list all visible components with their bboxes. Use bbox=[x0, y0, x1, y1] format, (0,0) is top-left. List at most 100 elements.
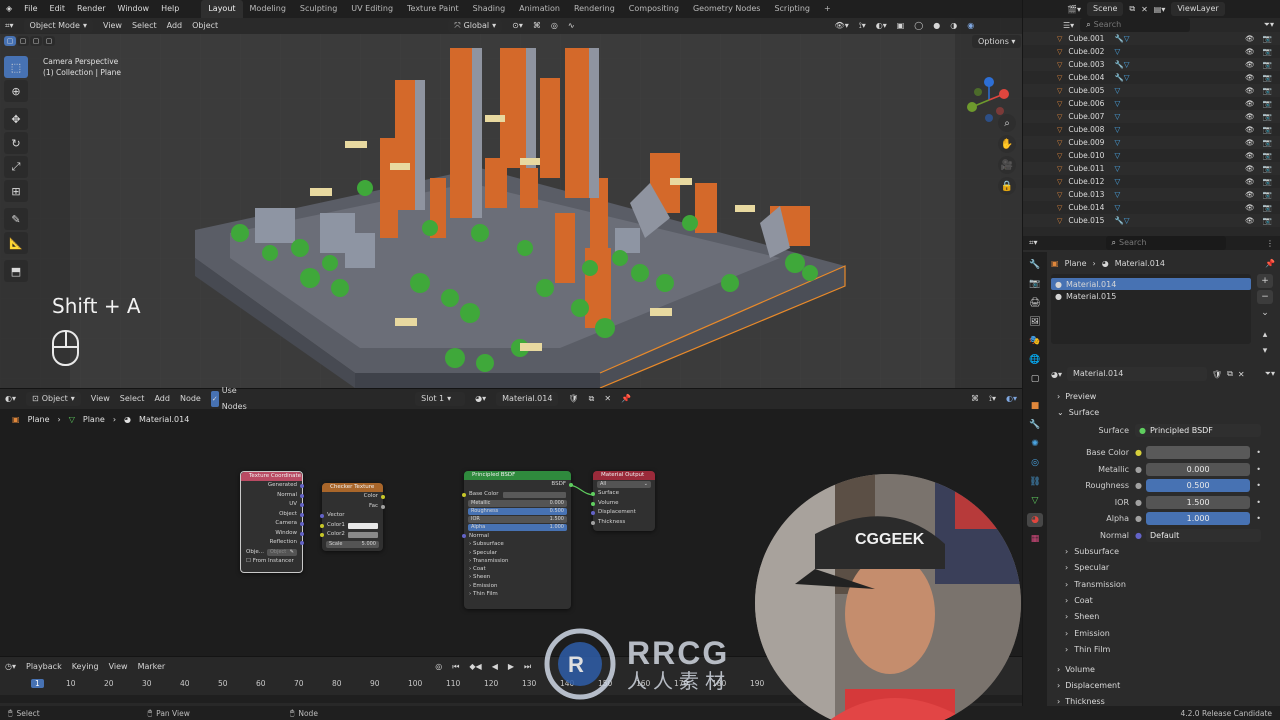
camera-view-icon[interactable]: 🎥 bbox=[998, 156, 1016, 174]
material-slot-item[interactable]: ● Material.014 bbox=[1051, 278, 1251, 290]
outliner-row[interactable]: ▽ Cube.003 🔧▽ 👁 📷 bbox=[1023, 58, 1280, 71]
auto-keying-icon[interactable]: ◎ bbox=[430, 659, 447, 675]
roughness-field[interactable]: 0.500 bbox=[1145, 479, 1251, 493]
viewport-menu-object[interactable]: Object bbox=[187, 18, 223, 34]
camera-render-icon[interactable]: 📷 bbox=[1263, 203, 1272, 212]
outliner-row[interactable]: ▽ Cube.006 ▽ 👁 📷 bbox=[1023, 97, 1280, 110]
falloff-icon[interactable]: ∿ bbox=[563, 18, 580, 34]
ior-field[interactable]: IOR 1.500 bbox=[468, 516, 567, 523]
shader-socket-icon[interactable] bbox=[591, 492, 595, 496]
jump-end-icon[interactable]: ⏭ bbox=[519, 659, 536, 675]
shading-solid-icon[interactable]: ● bbox=[928, 18, 945, 34]
tab-texture-paint[interactable]: Texture Paint bbox=[400, 0, 466, 18]
transmission-panel[interactable]: › Transmission bbox=[1051, 576, 1280, 592]
shading-wireframe-icon[interactable]: ◯ bbox=[909, 18, 928, 34]
principled-bsdf-node[interactable]: Principled BSDF BSDF Base Color Metallic… bbox=[462, 471, 573, 609]
node-panel[interactable]: › Specular bbox=[464, 549, 571, 557]
outliner-row[interactable]: ▽ Cube.009 ▽ 👁 📷 bbox=[1023, 136, 1280, 149]
viewport-menu-select[interactable]: Select bbox=[127, 18, 162, 34]
base-color-swatch[interactable] bbox=[502, 491, 566, 498]
timeline-menu-keying[interactable]: Keying bbox=[67, 659, 104, 675]
object-picker-field[interactable]: Object ✎ bbox=[266, 548, 297, 556]
camera-render-icon[interactable]: 📷 bbox=[1263, 86, 1272, 95]
modifier-tab-icon[interactable]: 🔧 bbox=[1027, 418, 1043, 432]
ior-field[interactable]: 1.500 bbox=[1145, 495, 1251, 509]
physics-tab-icon[interactable]: ◎ bbox=[1027, 456, 1043, 470]
eye-icon[interactable]: 👁 bbox=[1245, 151, 1255, 160]
view-layer-selector[interactable]: ViewLayer bbox=[1171, 2, 1225, 16]
select-new-icon[interactable]: ▢ bbox=[4, 36, 16, 46]
scale-icon[interactable]: ⤢ bbox=[4, 156, 28, 178]
camera-render-icon[interactable]: 📷 bbox=[1263, 99, 1272, 108]
outliner-row[interactable]: ▽ Cube.012 ▽ 👁 📷 bbox=[1023, 175, 1280, 188]
keyframe-dot-icon[interactable]: • bbox=[1256, 481, 1261, 490]
scene-tab-icon[interactable]: 🎭 bbox=[1027, 334, 1043, 348]
material-tab-icon[interactable]: ◕ bbox=[1027, 513, 1043, 527]
particles-tab-icon[interactable]: ✺ bbox=[1027, 437, 1043, 451]
keyframe-dot-icon[interactable]: • bbox=[1256, 498, 1261, 507]
surface-section[interactable]: ⌄ Surface bbox=[1051, 404, 1280, 420]
color2-swatch[interactable] bbox=[347, 532, 378, 538]
node-output[interactable]: Window bbox=[241, 529, 304, 539]
node-output[interactable]: Object bbox=[241, 510, 304, 520]
texture-tab-icon[interactable]: ▦ bbox=[1027, 532, 1043, 546]
eye-icon[interactable]: 👁 bbox=[1245, 190, 1255, 199]
transform-icon[interactable]: ⊞ bbox=[4, 180, 28, 202]
keyframe-dot-icon[interactable]: • bbox=[1256, 514, 1261, 523]
color-socket-icon[interactable] bbox=[320, 523, 324, 528]
outliner-row[interactable]: ▽ Cube.004 🔧▽ 👁 📷 bbox=[1023, 71, 1280, 84]
from-instancer-checkbox[interactable]: ☐ From Instancer bbox=[241, 557, 302, 567]
base-color-swatch[interactable] bbox=[1145, 446, 1251, 460]
menu-file[interactable]: File bbox=[18, 0, 43, 18]
constraints-tab-icon[interactable]: ⛓ bbox=[1027, 475, 1043, 489]
tool-tab-icon[interactable]: 🔧 bbox=[1027, 258, 1043, 272]
output-target-dropdown[interactable]: All ⌄ bbox=[597, 481, 651, 488]
view-layer-icon[interactable]: ▤▾ bbox=[1154, 5, 1166, 14]
visibility-icon[interactable]: 👁▾ bbox=[830, 18, 854, 34]
data-tab-icon[interactable]: ▽ bbox=[1027, 494, 1043, 508]
world-tab-icon[interactable]: 🌐 bbox=[1027, 353, 1043, 367]
outliner-row[interactable]: ▽ Cube.013 ▽ 👁 📷 bbox=[1023, 188, 1280, 201]
menu-render[interactable]: Render bbox=[71, 0, 111, 18]
normal-field[interactable]: Default bbox=[1145, 528, 1261, 542]
viewport-menu-add[interactable]: Add bbox=[162, 18, 188, 34]
keyframe-dot-icon[interactable]: • bbox=[1256, 465, 1261, 474]
object-tab-icon[interactable]: ■ bbox=[1027, 399, 1043, 413]
timeline-menu-marker[interactable]: Marker bbox=[133, 659, 171, 675]
scene-selector[interactable]: Scene bbox=[1086, 2, 1124, 16]
editor-type-icon[interactable]: ⌗▾ bbox=[0, 18, 19, 34]
camera-render-icon[interactable]: 📷 bbox=[1263, 47, 1272, 56]
xray-icon[interactable]: ▣ bbox=[892, 18, 910, 34]
tab-sculpting[interactable]: Sculpting bbox=[293, 0, 344, 18]
displacement-section[interactable]: › Displacement bbox=[1051, 678, 1280, 694]
tab-compositing[interactable]: Compositing bbox=[622, 0, 686, 18]
remove-slot-icon[interactable]: − bbox=[1257, 290, 1273, 304]
tab-scripting[interactable]: Scripting bbox=[767, 0, 817, 18]
shader-socket-icon[interactable] bbox=[569, 483, 573, 487]
camera-render-icon[interactable]: 📷 bbox=[1263, 151, 1272, 160]
select-intersect-icon[interactable]: ▢ bbox=[43, 36, 55, 46]
eye-icon[interactable]: 👁 bbox=[1245, 216, 1255, 225]
vector-socket-icon[interactable] bbox=[300, 522, 304, 526]
view-layer-tab-icon[interactable]: 🖼 bbox=[1027, 315, 1043, 329]
material-browse-icon[interactable]: ◕▾ bbox=[1051, 370, 1062, 379]
camera-render-icon[interactable]: 📷 bbox=[1263, 164, 1272, 173]
outliner-row[interactable]: ▽ Cube.001 🔧▽ 👁 📷 bbox=[1023, 32, 1280, 45]
annotate-icon[interactable]: ✎ bbox=[4, 208, 28, 230]
eye-icon[interactable]: 👁 bbox=[1245, 112, 1255, 121]
camera-render-icon[interactable]: 📷 bbox=[1263, 34, 1272, 43]
color1-swatch[interactable] bbox=[347, 522, 378, 529]
roughness-field[interactable]: Roughness 0.500 bbox=[468, 508, 567, 515]
outliner-row[interactable]: ▽ Cube.014 ▽ 👁 📷 bbox=[1023, 201, 1280, 214]
vector-socket-icon[interactable] bbox=[300, 493, 304, 498]
gizmo-icon[interactable]: ⟟▾ bbox=[854, 18, 871, 34]
3d-viewport[interactable]: ⌗▾ Object Mode ▾ View Select Add Object ⤧… bbox=[0, 18, 1022, 388]
node-panel[interactable]: › Transmission bbox=[464, 557, 571, 565]
timeline-menu-view[interactable]: View bbox=[104, 659, 133, 675]
vector-socket-icon[interactable] bbox=[300, 512, 304, 517]
color-socket-icon[interactable] bbox=[320, 533, 324, 537]
color-socket-icon[interactable] bbox=[381, 495, 385, 499]
camera-render-icon[interactable]: 📷 bbox=[1263, 60, 1272, 69]
render-tab-icon[interactable]: 📷 bbox=[1027, 277, 1043, 291]
pan-hand-icon[interactable]: ✋ bbox=[998, 135, 1016, 153]
